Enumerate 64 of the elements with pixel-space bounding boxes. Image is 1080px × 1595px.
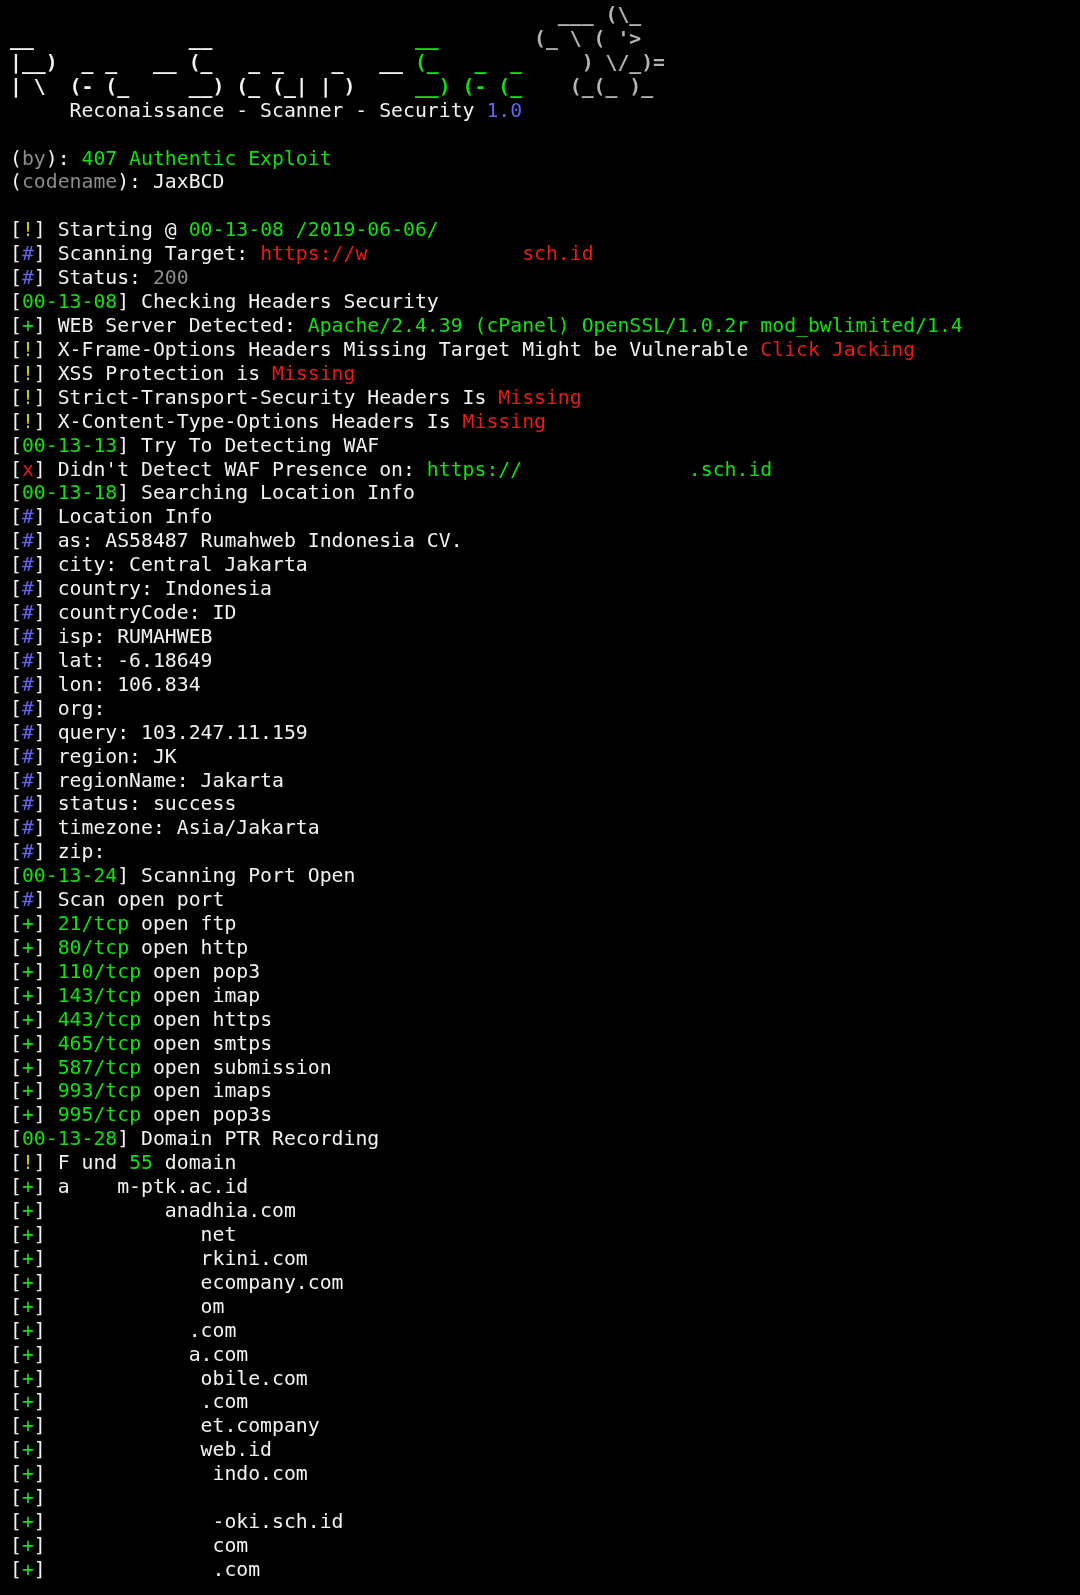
- banner-art-line: __ __ __ (_ \ ( '>: [10, 26, 642, 50]
- terminal-line: [+] 995/tcp open pop3s: [10, 1103, 273, 1127]
- terminal-line: [00-13-08] Checking Headers Security: [10, 290, 439, 314]
- terminal-line: [+] 80/tcp open http: [10, 935, 249, 959]
- terminal-line: [00-13-24] Scanning Port Open: [10, 864, 356, 888]
- terminal-line: [!] X-Content-Type-Options Headers Is Missing: [10, 409, 546, 433]
- terminal-line: [#] status: success: [10, 792, 237, 816]
- terminal-line: [+] WEB Server Detected: Apache/2.4.39 (cPanel) OpenSSL/1.0.2r mod_bwlimited/1.4: [10, 314, 963, 337]
- terminal-line: [+] 110/tcp open pop3: [10, 959, 261, 983]
- terminal-line: [!] Strict-Transport-Security Headers Is Missing: [10, 385, 582, 409]
- terminal-line: [00-13-13] Try To Detecting WAF: [10, 433, 380, 457]
- terminal-line: [+] 21/tcp open ftp: [10, 912, 237, 936]
- terminal-line: [+] anadhia.com: [10, 1199, 296, 1223]
- terminal-line: [!] X-Frame-Options Headers Missing Target Might be Vulnerable Click Jacking: [10, 337, 916, 361]
- terminal-line: [!] F und 55 domain: [10, 1151, 237, 1175]
- terminal-line: [+] web.id: [10, 1438, 273, 1462]
- terminal-line: [#] zip:: [10, 840, 106, 864]
- terminal-line: [+] a.com: [10, 1342, 249, 1366]
- terminal-line: [!] XSS Protection is Missing: [10, 361, 356, 385]
- terminal-line: [+] com: [10, 1534, 249, 1557]
- terminal-line: (by): 407 Authentic Exploit: [10, 146, 332, 170]
- terminal-line: [+] a m-ptk.ac.id: [10, 1175, 249, 1199]
- terminal-line: [!] Starting @ 00-13-08 /2019-06-06/: [10, 218, 439, 242]
- terminal-line: [+] 587/tcp open submission: [10, 1055, 332, 1079]
- terminal-line: [#] org:: [10, 696, 106, 720]
- terminal-line: [+] .com: [10, 1557, 261, 1581]
- terminal-line: [00-13-28] Domain PTR Recording: [10, 1127, 380, 1151]
- terminal-line: [+] .com: [10, 1318, 237, 1342]
- terminal-line: [+] 143/tcp open imap: [10, 983, 261, 1007]
- terminal-line: [+] 993/tcp open imaps: [10, 1079, 273, 1103]
- terminal-line: [#] country: Indonesia: [10, 577, 273, 601]
- terminal-line: [#] Scanning Target: https://w sch.id: [10, 242, 594, 266]
- terminal-line: [#] lat: -6.18649: [10, 648, 213, 672]
- terminal-line: [#] as: AS58487 Rumahweb Indonesia CV.: [10, 529, 463, 553]
- terminal-line: [#] Location Info: [10, 505, 213, 529]
- terminal-line: [+] indo.com: [10, 1462, 308, 1486]
- terminal-line: [#] regionName: Jakarta: [10, 768, 284, 792]
- terminal-line: [+] 465/tcp open smtps: [10, 1031, 273, 1055]
- terminal-line: [#] isp: RUMAHWEB: [10, 624, 213, 648]
- terminal-line: Reconaissance - Scanner - Security 1.0: [68, 98, 523, 122]
- terminal-line: [+] 443/tcp open https: [10, 1007, 273, 1031]
- terminal-line: [#] city: Central Jakarta: [10, 553, 308, 577]
- terminal-line: [#] query: 103.247.11.159: [10, 720, 308, 744]
- terminal-line: [#] lon: 106.834: [10, 672, 201, 696]
- banner-art-line: ___ (\_: [556, 3, 642, 26]
- terminal-line: [#] region: JK: [10, 744, 177, 768]
- terminal-line: [#] Scan open port: [10, 888, 225, 912]
- terminal-line: [+] et.company: [10, 1414, 320, 1438]
- terminal-line: [+] om: [10, 1294, 225, 1318]
- terminal-line: [+] ecompany.com: [10, 1270, 344, 1294]
- terminal-line: [+] obile.com: [10, 1366, 308, 1390]
- terminal-line: [#] Status: 200: [10, 266, 189, 290]
- terminal-line: [x] Didn't Detect WAF Presence on: https:// .sch.id: [10, 457, 773, 481]
- terminal-line: [+]: [10, 1486, 46, 1510]
- terminal-line: [+] -oki.sch.id: [10, 1510, 344, 1534]
- banner-art-line: | \ (- (_ __) (_ (_| | ) __) (- (_ (_(_ )_: [10, 74, 654, 98]
- terminal-line: [#] timezone: Asia/Jakarta: [10, 816, 320, 840]
- terminal-line: [+] net: [10, 1223, 237, 1246]
- terminal-line: (codename): JaxBCD: [10, 170, 225, 194]
- terminal-line: [+] .com: [10, 1390, 249, 1414]
- banner-art-line: |__) _ _ __ (_ _ _ _ __ (_ _ _ ) \/_)=: [10, 50, 666, 74]
- terminal-line: [#] countryCode: ID: [10, 601, 237, 625]
- terminal-line: [00-13-18] Searching Location Info: [10, 481, 415, 505]
- terminal-line: [+] rkini.com: [10, 1246, 308, 1270]
